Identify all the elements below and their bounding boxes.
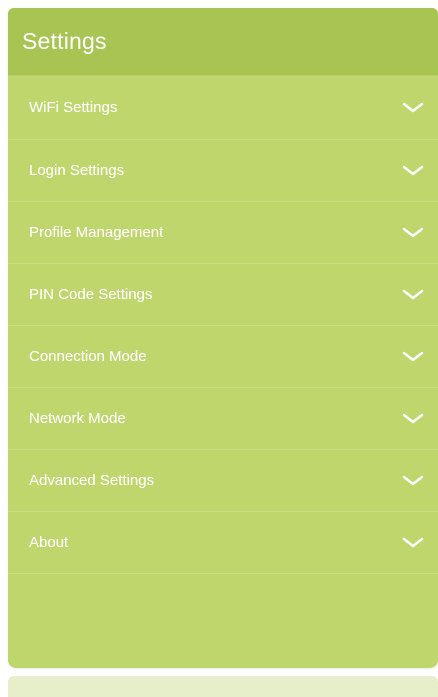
menu-item-network-mode[interactable]: Network Mode bbox=[8, 388, 438, 450]
menu-item-label: Login Settings bbox=[29, 162, 125, 179]
settings-panel: Settings WiFi Settings Login Settings Pr… bbox=[8, 8, 438, 668]
chevron-down-icon bbox=[402, 289, 424, 299]
page-title: Settings bbox=[22, 28, 107, 54]
menu-item-pin-code-settings[interactable]: PIN Code Settings bbox=[8, 264, 438, 326]
chevron-down-icon bbox=[402, 475, 424, 485]
chevron-down-icon bbox=[402, 413, 424, 423]
menu-item-advanced-settings[interactable]: Advanced Settings bbox=[8, 450, 438, 512]
menu-item-label: About bbox=[29, 534, 69, 551]
chevron-down-icon bbox=[402, 351, 424, 361]
menu-item-label: Advanced Settings bbox=[29, 472, 155, 489]
menu-item-connection-mode[interactable]: Connection Mode bbox=[8, 326, 438, 388]
menu-item-label: WiFi Settings bbox=[29, 99, 118, 116]
menu-item-wifi-settings[interactable]: WiFi Settings bbox=[8, 76, 438, 140]
chevron-down-icon bbox=[402, 537, 424, 547]
menu-item-profile-management[interactable]: Profile Management bbox=[8, 202, 438, 264]
menu-item-login-settings[interactable]: Login Settings bbox=[8, 140, 438, 202]
menu-item-label: Profile Management bbox=[29, 224, 164, 241]
menu-item-label: Connection Mode bbox=[29, 348, 147, 365]
settings-header: Settings bbox=[8, 8, 438, 76]
menu-item-about[interactable]: About bbox=[8, 512, 438, 574]
chevron-down-icon bbox=[402, 102, 424, 112]
settings-menu: WiFi Settings Login Settings Profile Man… bbox=[8, 76, 438, 574]
menu-item-label: Network Mode bbox=[29, 410, 126, 427]
next-panel-edge bbox=[8, 676, 438, 697]
chevron-down-icon bbox=[402, 165, 424, 175]
chevron-down-icon bbox=[402, 227, 424, 237]
menu-item-label: PIN Code Settings bbox=[29, 286, 153, 303]
